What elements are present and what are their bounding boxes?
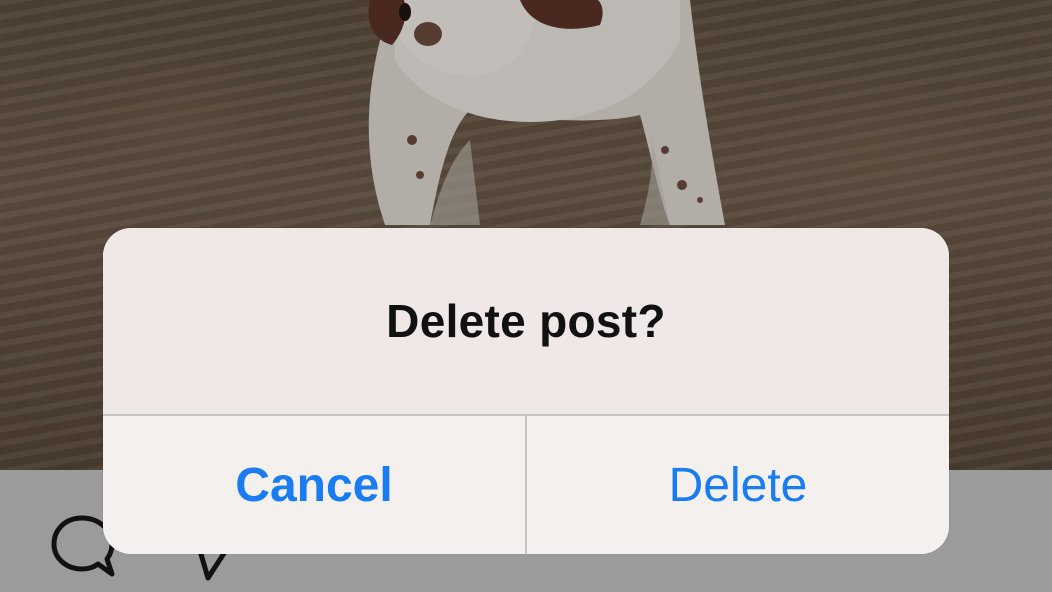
delete-button[interactable]: Delete xyxy=(527,416,949,554)
alert-header: Delete post? xyxy=(103,228,949,414)
screen: Delete post? Cancel Delete xyxy=(0,0,1052,592)
delete-post-alert: Delete post? Cancel Delete xyxy=(103,228,949,554)
cancel-button[interactable]: Cancel xyxy=(103,416,525,554)
alert-title: Delete post? xyxy=(386,295,666,347)
alert-button-row: Cancel Delete xyxy=(103,416,949,554)
